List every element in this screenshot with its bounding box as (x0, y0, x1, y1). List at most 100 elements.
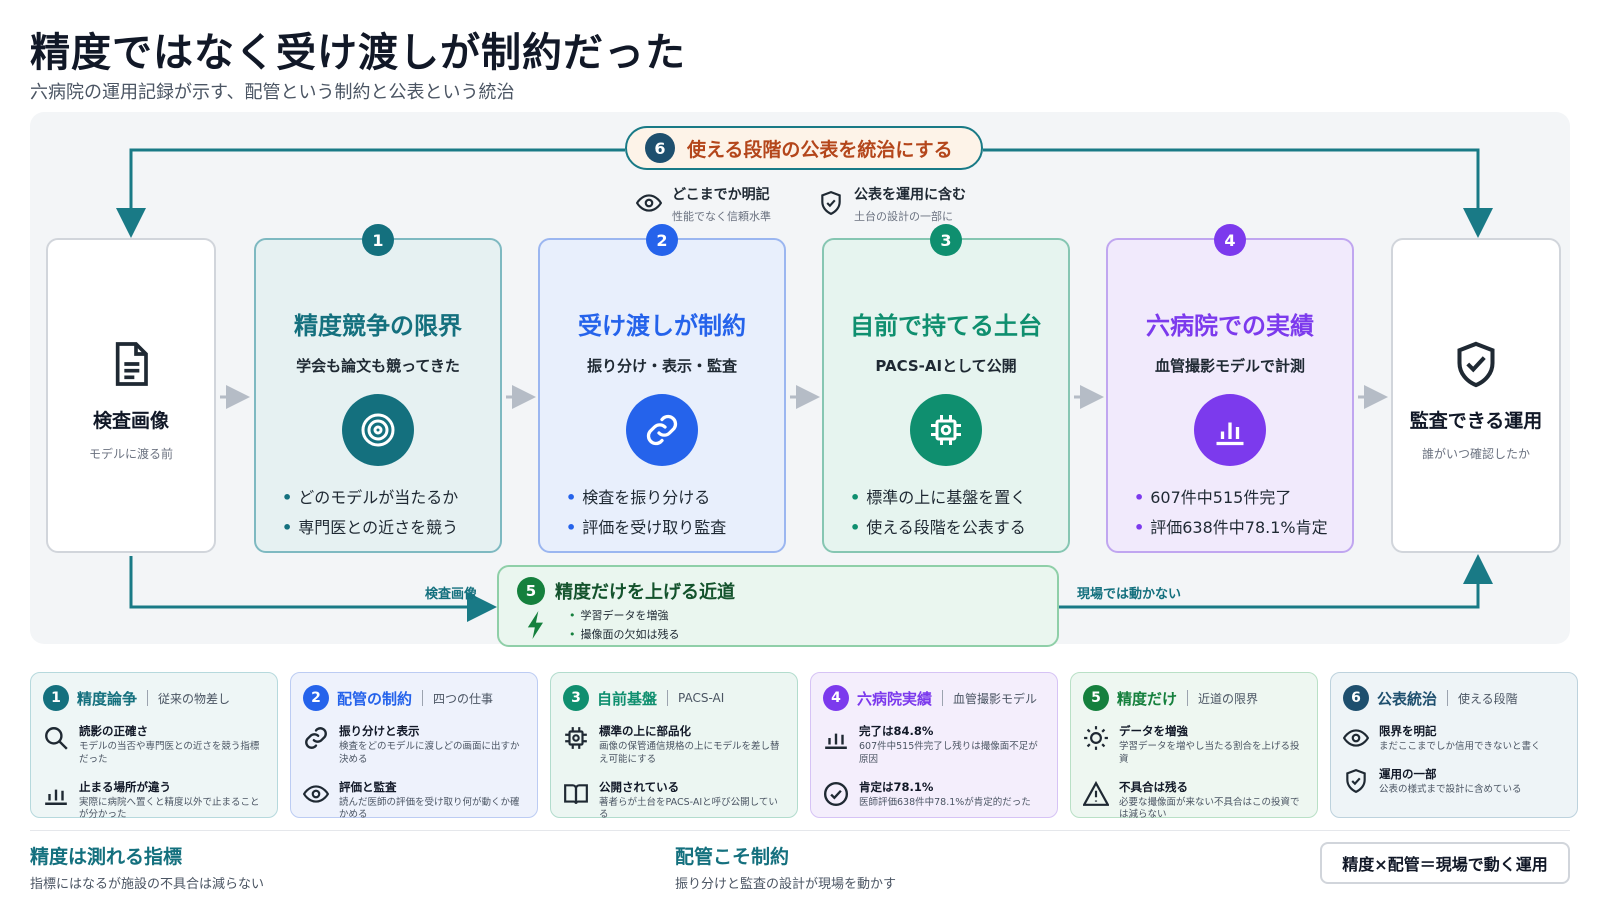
stage-title: 受け渡しが制約 (578, 312, 746, 340)
step-badge: 2 (303, 685, 329, 711)
stage-subtitle: 血管撮影モデルで計測 (1154, 357, 1305, 375)
shortcut-box: 5 精度だけを上げる近道 学習データを増強 撮像面の欠如は残る (497, 565, 1059, 647)
summary-key: 自前基盤 (597, 689, 658, 708)
summary-item: 不具合は残る 必要な撮像面が来ない不具合はこの投資では減らない (1083, 779, 1305, 823)
summary-item: データを増強 学習データを増やし当たる割合を上げる投資 (1083, 723, 1305, 767)
stage-bullet: どのモデルが当たるか (282, 484, 458, 508)
summary-item: 止まる場所が違う 実際に病院へ置くと精度以外で止まることが分かった (43, 779, 265, 823)
footer-mid-sub: 振り分けと監査の設計が現場を動かす (675, 877, 897, 892)
summary-item-desc: 読んだ医師の評価を受け取り何が動くか確かめる (339, 796, 520, 821)
formula-box: 精度×配管＝現場で動く運用 (1320, 842, 1570, 884)
stage-subtitle: 振り分け・表示・監査 (586, 357, 737, 375)
summary-key: 精度論争 (77, 689, 138, 708)
step-badge: 5 (1083, 685, 1109, 711)
note-title: どこまでか明記 (672, 187, 770, 203)
divider (147, 690, 149, 706)
stage-card-results: 4 六病院での実績 血管撮影モデルで計測 607件中515件完了 評価638件中… (1106, 224, 1354, 553)
governance-banner: 6 使える段階の公表を統治にする (625, 126, 983, 170)
shortcut-title: 精度だけを上げる近道 (555, 582, 735, 603)
summary-item: 限界を明記 まだここまでしか信用できないと書く (1343, 723, 1565, 754)
shortcut-bullet: 撮像面の欠如は残る (569, 626, 680, 642)
stage-card-handoff: 2 受け渡しが制約 振り分け・表示・監査 検査を振り分ける 評価を受け取り監査 (538, 224, 786, 553)
summary-item-title: 完了は84.8% (859, 724, 934, 738)
note-title: 公表を運用に含む (854, 187, 966, 203)
summary-tag: 近道の限界 (1198, 691, 1259, 706)
summary-item: 評価と監査 読んだ医師の評価を受け取り何が動くか確かめる (303, 779, 525, 823)
footer-left-sub: 指標にはなるが施設の不具合は減らない (30, 877, 265, 892)
stage-subtitle: 学会も論文も競ってきた (296, 357, 460, 375)
stage-bullet: 使える段階を公表する (850, 514, 1026, 538)
chip-icon (565, 727, 587, 749)
summary-tag: 従来の物差し (158, 691, 231, 706)
summary-item-title: 評価と監査 (339, 779, 397, 794)
stage-title: 自前で持てる土台 (850, 312, 1042, 340)
search-icon (45, 727, 68, 750)
footer-divider (30, 830, 1570, 831)
note-sub: 性能でなく信頼水準 (672, 210, 771, 223)
summary-item-title: 不具合は残る (1119, 779, 1188, 794)
stage-bullets: 検査を振り分ける 評価を受け取り監査 (540, 484, 726, 544)
summary-item-title: 振り分けと表示 (339, 724, 420, 738)
footer-left-title: 精度は測れる指標 (30, 846, 183, 868)
summary-item: 運用の一部 公表の様式まで設計に含めている (1343, 766, 1565, 797)
summary-item-title: 肯定は78.1% (859, 779, 934, 794)
stage-bullets: 607件中515件完了 評価638件中78.1%肯定 (1108, 484, 1327, 544)
summary-item: 完了は84.8% 607件中515件完了し残りは撮像面不足が原因 (823, 723, 1045, 767)
summary-item: 公開されている 著者らが土台をPACS-AIと呼び公開している (563, 779, 785, 823)
document-icon (115, 342, 148, 386)
summary-key: 六病院実績 (857, 689, 933, 708)
summary-tag: 血管撮影モデル (953, 691, 1038, 706)
eye-icon (303, 784, 329, 803)
shield-check-icon (821, 191, 841, 216)
summary-item-desc: 医師評価638件中78.1%が肯定的だった (859, 796, 1031, 808)
summary-item-desc: 著者らが土台をPACS-AIと呼び公開している (599, 796, 778, 821)
note-sub: 土台の設計の一部に (854, 210, 953, 223)
summary-item-desc: まだここまでしか信用できないと書く (1379, 741, 1541, 752)
output-card-label: 監査できる運用 (1409, 410, 1543, 432)
eye-icon (636, 194, 662, 212)
stage-title: 精度競争の限界 (294, 312, 462, 340)
summary-key: 公表統治 (1377, 689, 1438, 708)
shield-check-icon (1457, 341, 1495, 388)
stage-bullet: 評価を受け取り監査 (566, 514, 726, 538)
summary-item-title: 公開されている (599, 779, 680, 794)
summary-item: 読影の正確さ モデルの当否や専門医との近さを競う指標だった (43, 723, 265, 767)
summary-item-desc: 学習データを増やし当たる割合を上げる投資 (1119, 741, 1300, 765)
warning-icon (1083, 780, 1109, 806)
step-badge: 3 (930, 224, 962, 256)
bar-chart-icon (825, 733, 847, 749)
note-disclosure-operation: 公表を運用に含む 土台の設計の一部に (818, 184, 966, 224)
stage-bullet: 標準の上に基盤を置く (850, 484, 1026, 508)
summary-card-governance: 6 公表統治 使える段階 限界を明記 まだここまでしか信用できないと書く 運用の… (1330, 672, 1578, 818)
page-subtitle: 六病院の運用記録が示す、配管という制約と公表という統治 (30, 82, 515, 103)
shortcut-bullets: 学習データを増強 撮像面の欠如は残る (569, 607, 680, 645)
link-icon (305, 727, 327, 749)
divider (1187, 690, 1189, 706)
step-badge: 6 (1343, 685, 1369, 711)
divider (667, 690, 669, 706)
step-badge: 6 (645, 133, 675, 163)
summary-item: 肯定は78.1% 医師評価638件中78.1%が肯定的だった (823, 779, 1045, 810)
step-badge: 5 (517, 577, 545, 605)
stage-bullets: 標準の上に基盤を置く 使える段階を公表する (824, 484, 1026, 544)
banner-text: 使える段階の公表を統治にする (687, 138, 953, 161)
chip-icon (931, 415, 961, 445)
summary-key: 精度だけ (1117, 689, 1178, 708)
stage-bullet: 評価638件中78.1%肯定 (1134, 514, 1327, 538)
summary-card-results: 4 六病院実績 血管撮影モデル 完了は84.8% 607件中515件完了し残りは… (810, 672, 1058, 818)
stage-icon-circle (342, 394, 414, 466)
footer-left: 精度は測れる指標 指標にはなるが施設の不具合は減らない (30, 842, 264, 892)
step-badge: 2 (646, 224, 678, 256)
summary-item-desc: 画像の保管通信規格の上にモデルを差し替え可能にする (599, 741, 780, 765)
sun-icon (1084, 726, 1108, 750)
input-card-label: 検査画像 (92, 410, 169, 432)
summary-item-desc: モデルの当否や専門医との近さを競う指標だった (79, 741, 260, 765)
summary-card-accuracy: 1 精度論争 従来の物差し 読影の正確さ モデルの当否や専門医との近さを競う指標… (30, 672, 278, 820)
summary-card-plumbing: 2 配管の制約 四つの仕事 振り分けと表示 検査をどのモデルに渡しどの画面に出す… (290, 672, 538, 820)
summary-item-title: 限界を明記 (1379, 724, 1437, 738)
bar-chart-icon (1216, 422, 1244, 446)
summary-item: 標準の上に部品化 画像の保管通信規格の上にモデルを差し替え可能にする (563, 723, 785, 767)
input-card-sub: モデルに渡る前 (88, 447, 173, 461)
shortcut-output-label: 現場では動かない (1077, 587, 1182, 602)
divider (422, 690, 424, 706)
